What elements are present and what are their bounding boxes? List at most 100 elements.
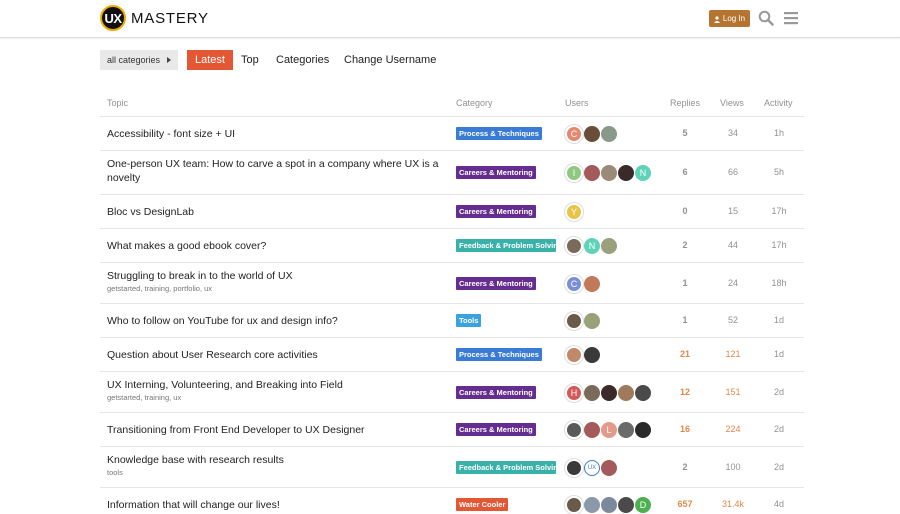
user-avatar[interactable] bbox=[565, 346, 583, 364]
topic-row[interactable]: Who to follow on YouTube for ux and desi… bbox=[100, 304, 804, 338]
topic-row[interactable]: Information that will change our lives! W… bbox=[100, 488, 804, 514]
user-avatar[interactable]: I bbox=[565, 164, 583, 182]
search-icon[interactable] bbox=[756, 8, 776, 28]
topic-cell: Knowledge base with research results tool… bbox=[107, 453, 442, 477]
topic-tags[interactable]: tools bbox=[107, 468, 442, 477]
activity-age[interactable]: 2d bbox=[759, 424, 799, 434]
reply-count: 12 bbox=[679, 387, 690, 397]
topic-row[interactable]: What makes a good ebook cover? Feedback &… bbox=[100, 229, 804, 263]
user-avatar[interactable] bbox=[565, 459, 583, 477]
topic-row[interactable]: Accessibility - font size + UI Process & … bbox=[100, 117, 804, 151]
topic-title-link[interactable]: What makes a good ebook cover? bbox=[107, 239, 442, 253]
user-avatar[interactable] bbox=[635, 385, 651, 401]
category-badge[interactable]: Feedback & Problem Solving bbox=[456, 461, 556, 474]
user-avatar[interactable] bbox=[565, 237, 583, 255]
nav-latest[interactable]: Latest bbox=[187, 50, 233, 70]
user-avatar[interactable] bbox=[584, 422, 600, 438]
category-badge[interactable]: Careers & Mentoring bbox=[456, 423, 536, 436]
hamburger-menu-icon[interactable] bbox=[781, 8, 801, 28]
user-avatar[interactable] bbox=[584, 385, 600, 401]
activity-age[interactable]: 5h bbox=[759, 167, 799, 177]
user-avatar[interactable] bbox=[584, 347, 600, 363]
topic-title-link[interactable]: Transitioning from Front End Developer t… bbox=[107, 423, 442, 437]
user-avatar[interactable] bbox=[584, 313, 600, 329]
user-avatar[interactable] bbox=[565, 312, 583, 330]
nav-categories[interactable]: Categories bbox=[276, 50, 329, 70]
user-avatar[interactable]: C bbox=[565, 275, 583, 293]
user-avatar[interactable] bbox=[601, 165, 617, 181]
category-badge[interactable]: Careers & Mentoring bbox=[456, 386, 536, 399]
user-avatar[interactable]: N bbox=[584, 238, 600, 254]
category-badge[interactable]: Process & Techniques bbox=[456, 348, 542, 361]
category-badge[interactable]: Water Cooler bbox=[456, 498, 509, 511]
col-category[interactable]: Category bbox=[456, 98, 493, 108]
topic-row[interactable]: Bloc vs DesignLab Careers & Mentoring Y 0 15… bbox=[100, 195, 804, 229]
user-avatar[interactable]: Y bbox=[565, 203, 583, 221]
topic-tags[interactable]: getstarted, training, ux bbox=[107, 393, 442, 402]
user-avatar[interactable]: C bbox=[565, 125, 583, 143]
activity-age[interactable]: 18h bbox=[759, 278, 799, 288]
login-button[interactable]: Log In bbox=[709, 10, 750, 27]
col-views[interactable]: Views bbox=[720, 98, 744, 108]
user-avatar[interactable]: L bbox=[601, 422, 617, 438]
topic-title-link[interactable]: Information that will change our lives! bbox=[107, 498, 442, 512]
user-avatar[interactable] bbox=[565, 421, 583, 439]
category-badge[interactable]: Process & Techniques bbox=[456, 127, 542, 140]
user-avatar[interactable] bbox=[601, 497, 617, 513]
topic-title-link[interactable]: Accessibility - font size + UI bbox=[107, 127, 442, 141]
activity-age[interactable]: 17h bbox=[759, 240, 799, 250]
topic-title-link[interactable]: Who to follow on YouTube for ux and desi… bbox=[107, 314, 442, 328]
user-avatar[interactable] bbox=[618, 422, 634, 438]
activity-age[interactable]: 1d bbox=[759, 315, 799, 325]
col-topic[interactable]: Topic bbox=[107, 98, 128, 108]
user-avatar[interactable]: N bbox=[635, 165, 651, 181]
category-badge[interactable]: Feedback & Problem Solving bbox=[456, 239, 556, 252]
user-avatar[interactable] bbox=[618, 385, 634, 401]
topic-tags[interactable]: getstarted, training, portfolio, ux bbox=[107, 284, 442, 293]
activity-age[interactable]: 2d bbox=[759, 462, 799, 472]
user-avatar[interactable] bbox=[601, 126, 617, 142]
user-avatar[interactable] bbox=[584, 126, 600, 142]
topic-row[interactable]: Struggling to break in to the world of U… bbox=[100, 263, 804, 304]
category-dropdown[interactable]: all categories bbox=[100, 50, 178, 70]
topic-row[interactable]: One-person UX team: How to carve a spot … bbox=[100, 151, 804, 195]
user-avatar[interactable]: H bbox=[565, 384, 583, 402]
user-avatar[interactable] bbox=[618, 497, 634, 513]
topic-title-link[interactable]: Knowledge base with research results bbox=[107, 453, 442, 467]
activity-age[interactable]: 2d bbox=[759, 387, 799, 397]
user-avatar[interactable] bbox=[601, 238, 617, 254]
topic-title-link[interactable]: UX Interning, Volunteering, and Breaking… bbox=[107, 378, 442, 392]
user-avatar[interactable] bbox=[601, 385, 617, 401]
user-avatar[interactable] bbox=[584, 276, 600, 292]
category-badge[interactable]: Careers & Mentoring bbox=[456, 277, 536, 290]
nav-change-username[interactable]: Change Username bbox=[344, 50, 436, 70]
activity-age[interactable]: 1h bbox=[759, 128, 799, 138]
nav-top[interactable]: Top bbox=[241, 50, 259, 70]
topic-row[interactable]: Knowledge base with research results tool… bbox=[100, 447, 804, 488]
category-badge[interactable]: Careers & Mentoring bbox=[456, 205, 536, 218]
user-avatar[interactable]: D bbox=[635, 497, 651, 513]
user-avatar[interactable] bbox=[565, 496, 583, 514]
user-avatar[interactable] bbox=[584, 165, 600, 181]
activity-age[interactable]: 4d bbox=[759, 499, 799, 509]
topic-row[interactable]: Question about User Research core activi… bbox=[100, 338, 804, 372]
topic-title-link[interactable]: Struggling to break in to the world of U… bbox=[107, 269, 442, 283]
user-avatar[interactable] bbox=[635, 422, 651, 438]
category-badge[interactable]: Tools bbox=[456, 314, 482, 327]
category-badge[interactable]: Careers & Mentoring bbox=[456, 166, 536, 179]
topic-row[interactable]: Transitioning from Front End Developer t… bbox=[100, 413, 804, 447]
col-activity[interactable]: Activity bbox=[764, 98, 793, 108]
activity-age[interactable]: 1d bbox=[759, 349, 799, 359]
topic-users: L bbox=[565, 421, 651, 439]
topic-title-link[interactable]: One-person UX team: How to carve a spot … bbox=[107, 157, 442, 185]
site-logo[interactable]: UX MASTERY bbox=[100, 5, 209, 31]
topic-title-link[interactable]: Bloc vs DesignLab bbox=[107, 205, 442, 219]
activity-age[interactable]: 17h bbox=[759, 206, 799, 216]
user-avatar[interactable] bbox=[584, 497, 600, 513]
topic-title-link[interactable]: Question about User Research core activi… bbox=[107, 348, 442, 362]
topic-row[interactable]: UX Interning, Volunteering, and Breaking… bbox=[100, 372, 804, 413]
user-avatar[interactable] bbox=[601, 460, 617, 476]
user-avatar[interactable] bbox=[618, 165, 634, 181]
col-replies[interactable]: Replies bbox=[670, 98, 700, 108]
user-avatar[interactable]: UX bbox=[584, 460, 600, 476]
